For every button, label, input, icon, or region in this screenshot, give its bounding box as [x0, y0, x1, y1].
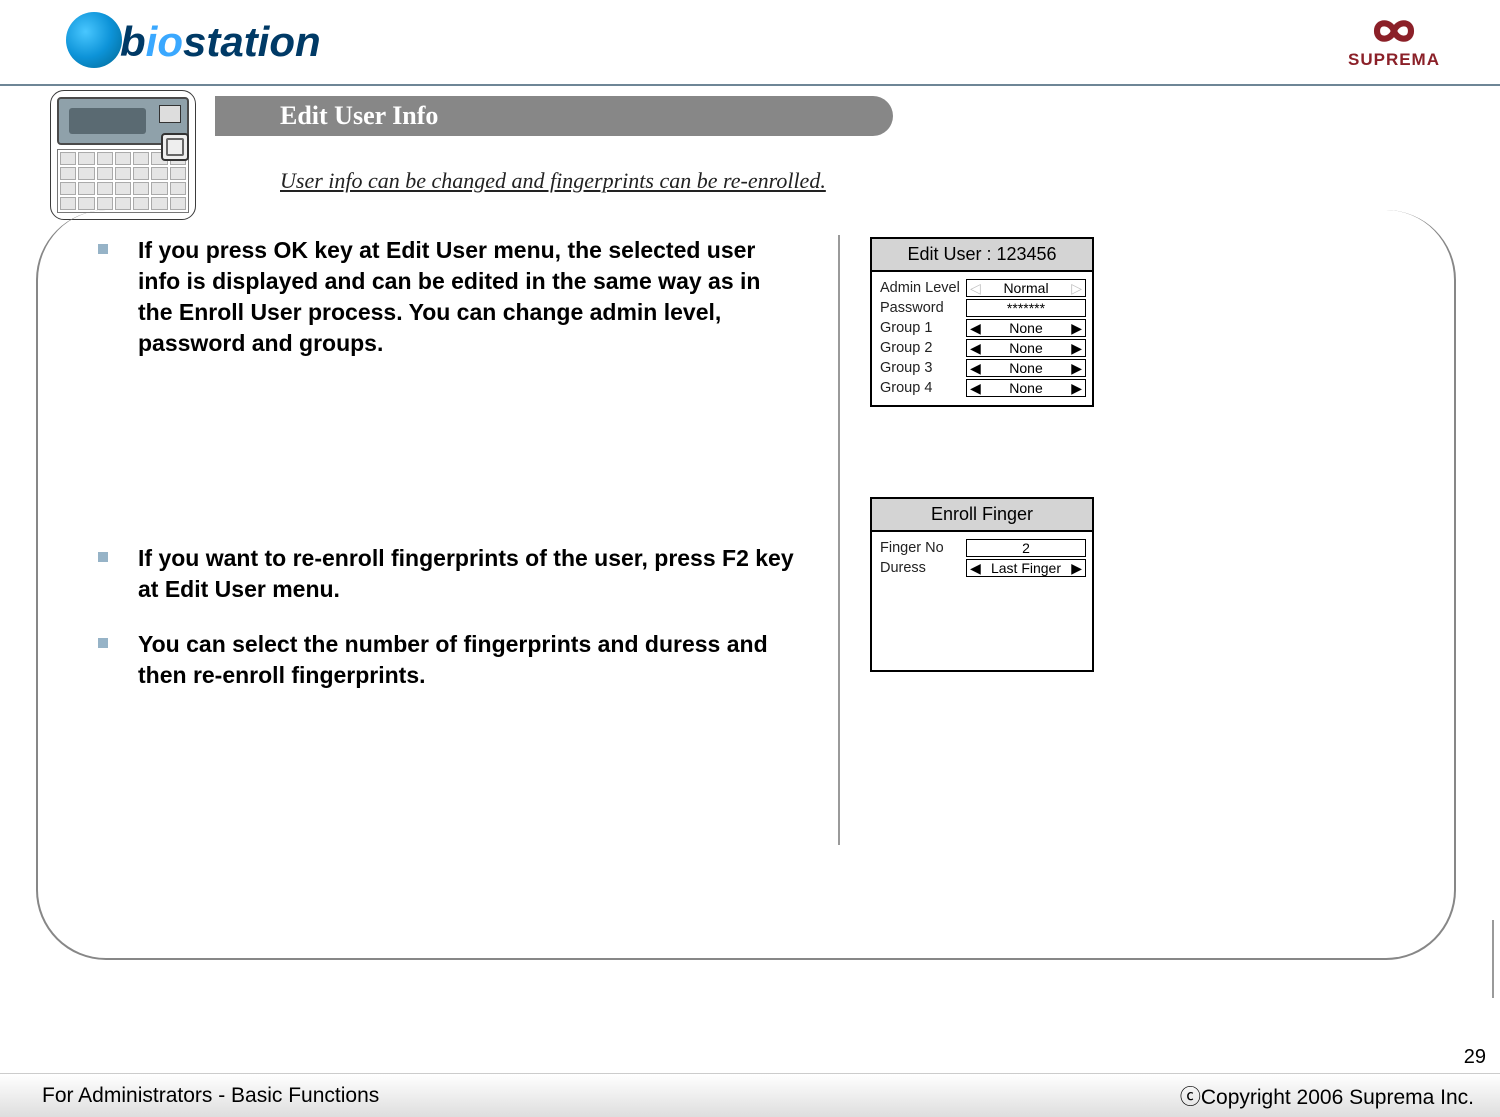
chevron-right-icon: ▶: [1071, 561, 1082, 575]
page-number: 29: [1464, 1046, 1486, 1069]
device-panels-column: Edit User : 123456 Admin Level ◁ Normal …: [870, 235, 1094, 672]
finger-no-label: Finger No: [880, 540, 966, 556]
brand-logo-suprema: SUPREMA: [1348, 14, 1440, 70]
bullet-icon: [98, 638, 108, 648]
group1-value: ◀ None ▶: [966, 319, 1086, 337]
admin-level-value: ◁ Normal ▷: [966, 279, 1086, 297]
group2-value: ◀ None ▶: [966, 339, 1086, 357]
footer-right: ⓒCopyright 2006 Suprema Inc.: [1180, 1081, 1474, 1111]
speaker-icon: [159, 105, 181, 123]
brand-logo-biostation: biostation: [70, 18, 321, 66]
enroll-finger-panel: Enroll Finger Finger No 2 Duress ◀ Last …: [870, 497, 1094, 672]
chevron-right-icon: ▶: [1071, 361, 1082, 375]
brand-text-io: io: [146, 18, 183, 65]
infinity-icon: [1359, 14, 1429, 48]
brand-text-rest: station: [183, 18, 321, 65]
bullet-item-2: If you want to re-enroll fingerprints of…: [98, 543, 798, 605]
fingerprint-swirl-icon: [66, 12, 122, 68]
device-thumbnail: [50, 90, 196, 220]
page-subtitle: User info can be changed and fingerprint…: [280, 168, 826, 194]
page-title: Edit User Info: [215, 96, 893, 136]
bullet-icon: [98, 552, 108, 562]
edit-user-panel-title: Edit User : 123456: [872, 239, 1092, 272]
brand-text-suprema: SUPREMA: [1348, 50, 1440, 70]
content-panel: If you press OK key at Edit User menu, t…: [36, 210, 1456, 960]
bullet-item-3: You can select the number of fingerprint…: [98, 629, 798, 691]
fingerprint-scanner-icon: [161, 133, 189, 161]
group2-label: Group 2: [880, 340, 966, 356]
duress-value: ◀ Last Finger ▶: [966, 559, 1086, 577]
enroll-finger-panel-title: Enroll Finger: [872, 499, 1092, 532]
chevron-right-icon: ▷: [1071, 281, 1082, 295]
group3-value: ◀ None ▶: [966, 359, 1086, 377]
title-region: Edit User Info User info can be changed …: [50, 90, 850, 220]
chevron-left-icon: ◁: [970, 281, 981, 295]
bullet-item-1: If you press OK key at Edit User menu, t…: [98, 235, 798, 359]
chevron-left-icon: ◀: [970, 321, 981, 335]
vertical-divider: [838, 235, 840, 845]
admin-level-label: Admin Level: [880, 280, 966, 296]
duress-label: Duress: [880, 560, 966, 576]
password-label: Password: [880, 300, 966, 316]
footer: For Administrators - Basic Functions ⓒCo…: [0, 1073, 1500, 1117]
chevron-right-icon: ▶: [1071, 321, 1082, 335]
chevron-left-icon: ◀: [970, 341, 981, 355]
chevron-left-icon: ◀: [970, 561, 981, 575]
bullet-icon: [98, 244, 108, 254]
page-side-rule: [1492, 920, 1494, 998]
bullet-text-3: You can select the number of fingerprint…: [138, 629, 798, 691]
chevron-right-icon: ▶: [1071, 341, 1082, 355]
footer-left: For Administrators - Basic Functions: [42, 1084, 379, 1108]
edit-user-panel: Edit User : 123456 Admin Level ◁ Normal …: [870, 237, 1094, 407]
header: biostation SUPREMA: [0, 0, 1500, 86]
finger-no-value: 2: [966, 539, 1086, 557]
chevron-left-icon: ◀: [970, 381, 981, 395]
bullet-text-2: If you want to re-enroll fingerprints of…: [138, 543, 798, 605]
bullet-column: If you press OK key at Edit User menu, t…: [98, 235, 828, 715]
chevron-right-icon: ▶: [1071, 381, 1082, 395]
chevron-left-icon: ◀: [970, 361, 981, 375]
brand-text-b: b: [120, 18, 146, 65]
group1-label: Group 1: [880, 320, 966, 336]
password-value: *******: [966, 299, 1086, 317]
group4-label: Group 4: [880, 380, 966, 396]
group4-value: ◀ None ▶: [966, 379, 1086, 397]
bullet-text-1: If you press OK key at Edit User menu, t…: [138, 235, 798, 359]
group3-label: Group 3: [880, 360, 966, 376]
